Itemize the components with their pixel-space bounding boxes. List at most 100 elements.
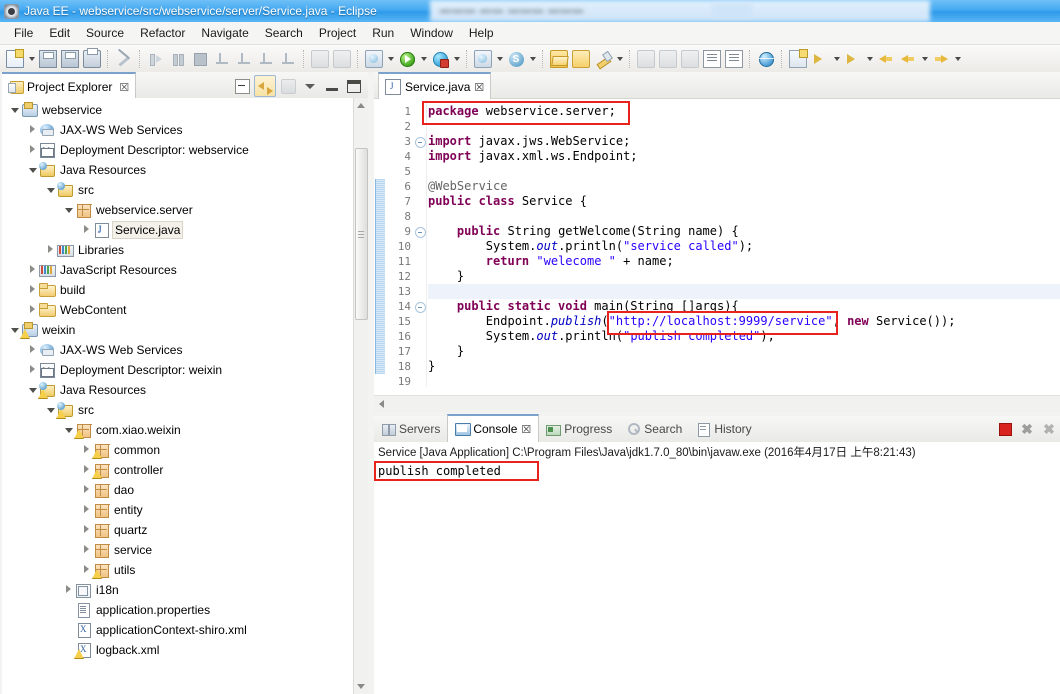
tree-item[interactable]: applicationContext-shiro.xml: [2, 620, 354, 640]
code-line[interactable]: }: [428, 269, 1060, 284]
collapse-all-button[interactable]: [232, 76, 252, 96]
forward-dropdown[interactable]: [952, 48, 963, 70]
twisty-collapsed-icon[interactable]: [26, 280, 39, 300]
remove-launch-button[interactable]: ✖: [1018, 420, 1036, 438]
new-java-package-button[interactable]: [635, 48, 657, 70]
step-return-button[interactable]: [255, 48, 277, 70]
tab-console[interactable]: Console ☒: [447, 414, 540, 442]
menu-navigate[interactable]: Navigate: [193, 24, 256, 42]
twisty-collapsed-icon[interactable]: [26, 140, 39, 160]
minimize-view-button[interactable]: [322, 76, 342, 96]
twisty-collapsed-icon[interactable]: [80, 540, 93, 560]
code-line[interactable]: }: [428, 344, 1060, 359]
tree-item[interactable]: utils: [2, 560, 354, 580]
twisty-collapsed-icon[interactable]: [26, 300, 39, 320]
twisty-collapsed-icon[interactable]: [80, 220, 93, 240]
twisty-collapsed-icon[interactable]: [26, 360, 39, 380]
fold-collapse-icon[interactable]: [415, 227, 426, 238]
tree-item[interactable]: src: [2, 180, 354, 200]
outline-button[interactable]: [701, 48, 723, 70]
search-toolbar-button[interactable]: [809, 48, 831, 70]
twisty-expanded-icon[interactable]: [44, 180, 57, 200]
project-explorer-scrollbar[interactable]: [353, 98, 368, 694]
tree-item[interactable]: weixin: [2, 320, 354, 340]
tree-item[interactable]: src: [2, 400, 354, 420]
tree-item[interactable]: build: [2, 280, 354, 300]
twisty-collapsed-icon[interactable]: [26, 260, 39, 280]
scroll-down-icon[interactable]: [354, 680, 368, 694]
debug-suspend-button[interactable]: [167, 48, 189, 70]
tree-item[interactable]: Java Resources: [2, 160, 354, 180]
tree-item[interactable]: JavaScript Resources: [2, 260, 354, 280]
fold-collapse-icon[interactable]: [415, 137, 426, 148]
spring-tools-button[interactable]: S: [505, 48, 527, 70]
new-java-class-button[interactable]: [657, 48, 679, 70]
tree-item[interactable]: webservice: [2, 100, 354, 120]
menu-edit[interactable]: Edit: [41, 24, 78, 42]
code-line[interactable]: System.out.println("publish completed");: [428, 329, 1060, 344]
twisty-collapsed-icon[interactable]: [62, 580, 75, 600]
code-line[interactable]: }: [428, 359, 1060, 374]
code-line[interactable]: public String getWelcome(String name) {: [428, 224, 1060, 239]
code-line[interactable]: @WebService: [428, 179, 1060, 194]
folding-ruler[interactable]: [414, 99, 427, 387]
code-line[interactable]: return "welecome " + name;: [428, 254, 1060, 269]
twisty-expanded-icon[interactable]: [62, 200, 75, 220]
toggle-mark-occurrences-button[interactable]: [113, 48, 135, 70]
remove-all-terminated-button[interactable]: ✖: [1040, 420, 1058, 438]
new-wizard-button[interactable]: [4, 48, 26, 70]
tree-item[interactable]: WebContent: [2, 300, 354, 320]
open-type-button[interactable]: [548, 48, 570, 70]
tree-item[interactable]: com.xiao.weixin: [2, 420, 354, 440]
tab-service-java[interactable]: Service.java ☒: [378, 72, 492, 100]
scroll-up-icon[interactable]: [354, 98, 368, 112]
code-line[interactable]: package webservice.server;: [428, 104, 1060, 119]
scrollbar-thumb[interactable]: [355, 148, 368, 320]
link-with-editor-button[interactable]: [254, 75, 276, 97]
menu-file[interactable]: File: [6, 24, 41, 42]
code-line[interactable]: public static void main(String []args){: [428, 299, 1060, 314]
menu-search[interactable]: Search: [257, 24, 311, 42]
project-explorer-tree-body[interactable]: webservice JAX-WS Web Services 3.0 Deployme…: [2, 98, 368, 694]
search-dropdown[interactable]: [831, 48, 842, 70]
menu-window[interactable]: Window: [402, 24, 461, 42]
pin-editor-button[interactable]: [723, 48, 745, 70]
code-line[interactable]: [428, 374, 1060, 387]
new-wizard-dropdown[interactable]: [26, 48, 37, 70]
view-menu-button[interactable]: [300, 76, 320, 96]
twisty-collapsed-icon[interactable]: [44, 240, 57, 260]
open-perspective-toolbar-button[interactable]: [787, 48, 809, 70]
forward-button[interactable]: [930, 48, 952, 70]
debug-launch-dropdown[interactable]: [385, 48, 396, 70]
twisty-collapsed-icon[interactable]: [80, 560, 93, 580]
menu-run[interactable]: Run: [364, 24, 402, 42]
menu-source[interactable]: Source: [78, 24, 132, 42]
tree-item[interactable]: common: [2, 440, 354, 460]
close-icon[interactable]: ☒: [521, 423, 531, 436]
tab-search[interactable]: Search: [619, 416, 689, 442]
debug-launch-button[interactable]: [363, 48, 385, 70]
next-annotation-button[interactable]: [309, 48, 331, 70]
code-line[interactable]: Endpoint.publish("http://localhost:9999/…: [428, 314, 1060, 329]
editor-horizontal-scrollbar[interactable]: [374, 395, 1060, 412]
tree-item[interactable]: 3.0 Deployment Descriptor: webservice: [2, 140, 354, 160]
ant-build-button[interactable]: [472, 48, 494, 70]
back-history-dropdown[interactable]: [919, 48, 930, 70]
back-button[interactable]: [875, 48, 897, 70]
tab-progress[interactable]: Progress: [539, 416, 619, 442]
twisty-collapsed-icon[interactable]: [80, 460, 93, 480]
twisty-expanded-icon[interactable]: [26, 160, 39, 180]
twisty-collapsed-icon[interactable]: [26, 340, 39, 360]
external-tools-button[interactable]: [592, 48, 614, 70]
step-over-button[interactable]: [233, 48, 255, 70]
menu-help[interactable]: Help: [461, 24, 502, 42]
tree-item[interactable]: JAX-WS Web Services: [2, 340, 354, 360]
tree-item[interactable]: logback.xml: [2, 640, 354, 660]
terminate-button[interactable]: [996, 420, 1014, 438]
debug-resume-button[interactable]: [145, 48, 167, 70]
run-launch-button[interactable]: [396, 48, 418, 70]
scroll-left-icon[interactable]: [374, 396, 388, 411]
last-edit-dropdown[interactable]: [864, 48, 875, 70]
twisty-collapsed-icon[interactable]: [80, 440, 93, 460]
tab-servers[interactable]: Servers: [374, 416, 447, 442]
